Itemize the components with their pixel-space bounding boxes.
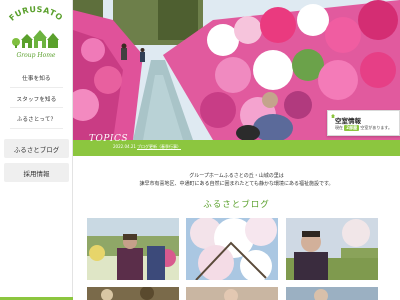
svg-text:FURUSATO: FURUSATO — [7, 6, 64, 23]
nav-staff[interactable]: スタッフを知る — [0, 95, 73, 103]
vacancy-info-panel[interactable]: 空室情報 現在 2部屋 空室があります。 — [327, 110, 400, 136]
blog-photo-thumb — [186, 287, 278, 300]
topics-label: TOPICS — [89, 134, 129, 144]
blog-photo-thumb — [286, 287, 378, 300]
blog-photo-cherry-blossom — [186, 218, 278, 280]
blog-photo-thumb — [87, 287, 179, 300]
vacancy-text-prefix: 現在 — [335, 125, 343, 130]
blog-photo[interactable] — [186, 287, 278, 300]
blog-photo[interactable] — [87, 218, 179, 280]
site-logo[interactable]: FURUSATO Group Home — [3, 6, 69, 62]
blog-button[interactable]: ふるさとブログ — [4, 139, 69, 158]
nav-divider — [10, 87, 63, 88]
blog-photo-elderly-woman — [286, 218, 378, 280]
vacancy-count: 2部屋 — [344, 125, 360, 131]
vacancy-text-suffix: 空室があります。 — [360, 125, 392, 130]
blog-photo[interactable] — [87, 287, 179, 300]
intro-line-1: グループホームふるさとの丘・山城の里は — [189, 173, 284, 179]
sidebar: FURUSATO Group Home 仕事を知る スタッフを知る ふるさとって… — [0, 0, 73, 300]
nav-divider — [10, 107, 63, 108]
blog-photo[interactable] — [286, 218, 378, 280]
logo-graphic: FURUSATO Group Home — [7, 6, 64, 59]
intro-line-2: 諫早市有喜地区、中通町にある自然に囲まれたとても静かな環境にある福祉施設です。 — [139, 181, 334, 187]
nav-about[interactable]: ふるさとって？ — [0, 115, 73, 123]
topics-date: 2022.04.21 — [113, 144, 136, 149]
topics-bar: TOPICS 2022.04.21 ブログ更新（春季行事） — [73, 134, 400, 156]
topics-link[interactable]: ブログ更新（春季行事） — [137, 144, 181, 150]
blog-photo[interactable] — [186, 218, 278, 280]
blog-section-title: ふるさとブログ — [203, 200, 270, 210]
nav-job[interactable]: 仕事を知る — [0, 74, 73, 82]
vacancy-title: 空室情報 — [335, 117, 361, 125]
blog-photo[interactable] — [286, 287, 378, 300]
vacancy-text: 現在 2部屋 空室があります。 — [335, 125, 392, 131]
recruit-button[interactable]: 採用情報 — [4, 163, 69, 182]
blog-photo-woman-flowers — [87, 218, 179, 280]
svg-text:Group Home: Group Home — [17, 52, 56, 59]
nav-divider — [10, 128, 63, 129]
